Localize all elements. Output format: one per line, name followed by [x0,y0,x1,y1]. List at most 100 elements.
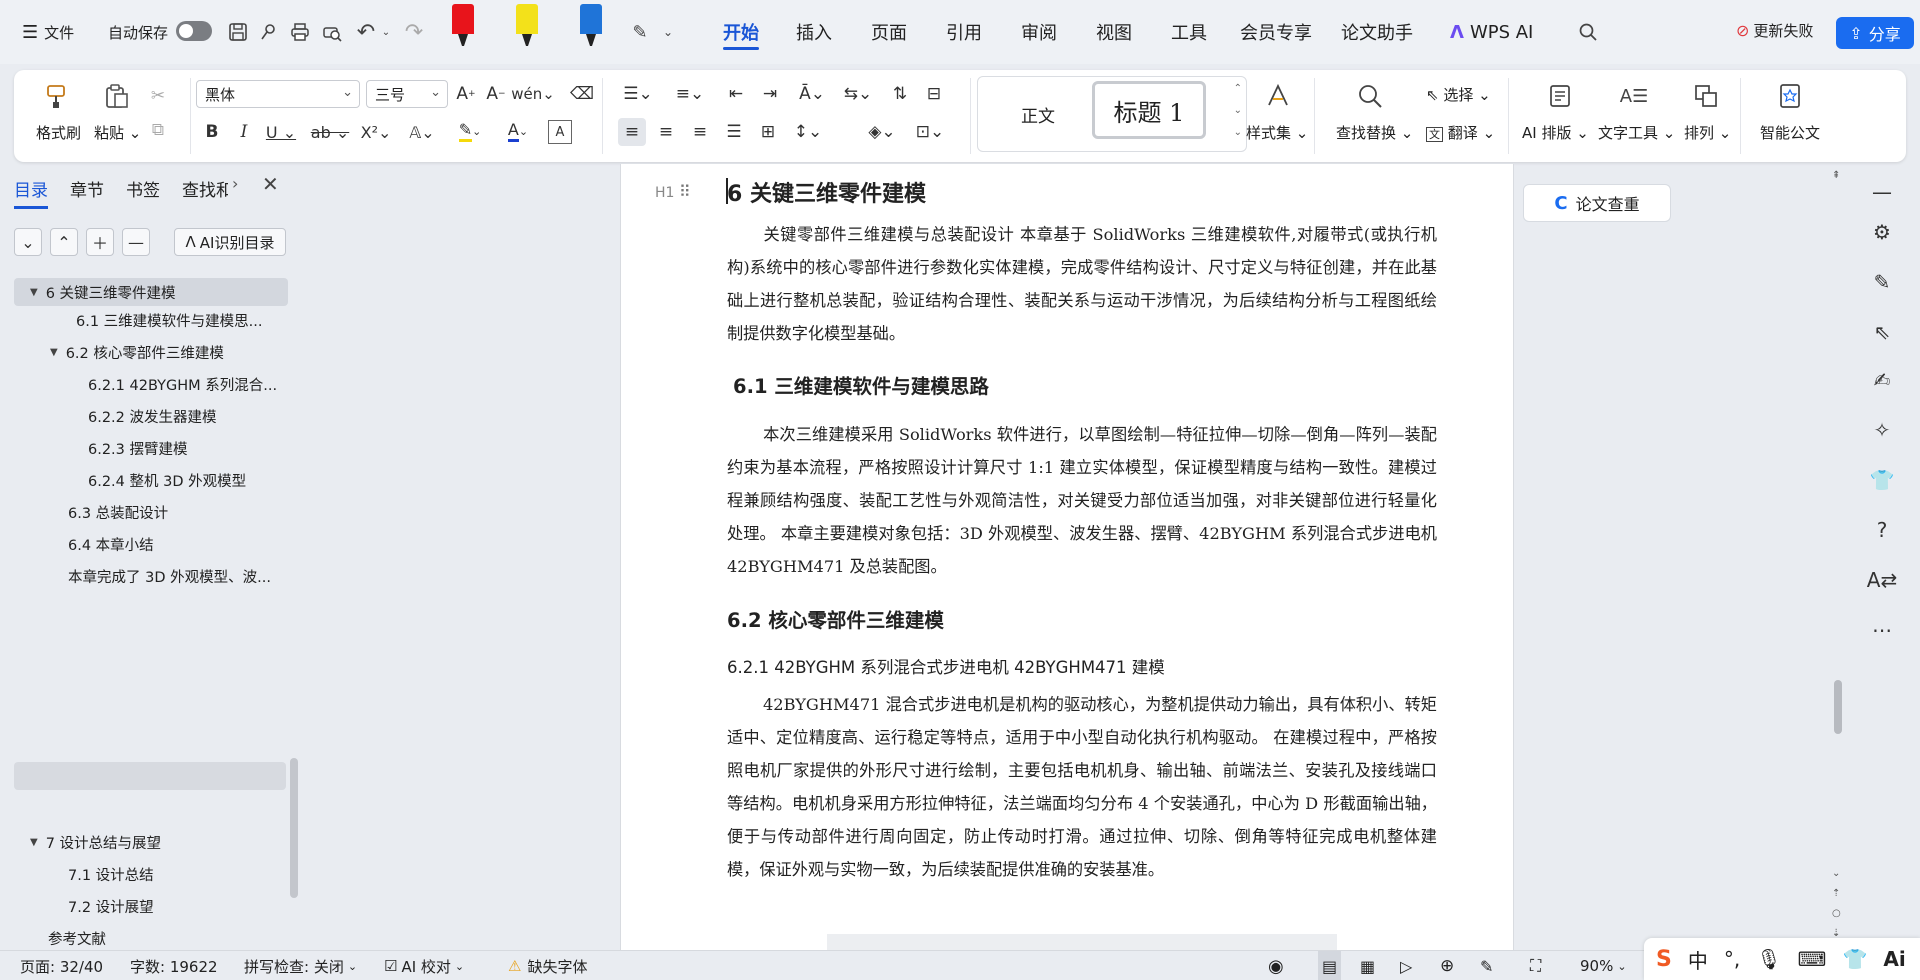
shrink-font-icon[interactable]: A − [484,82,508,106]
remove-toc-item-button[interactable]: — [122,228,150,256]
paste-label[interactable]: 粘贴 ⌄ [94,122,141,143]
more-icon[interactable]: ⋯ [1868,616,1896,644]
document-page[interactable]: H1 ⠿ 6 关键三维零件建模 关键零部件三维建模与总装配设计 本章基于 Sol… [620,164,1514,952]
undo-icon[interactable]: ↶ [354,20,378,45]
bullet-list-icon[interactable]: ☰⌄ [620,82,656,106]
play-icon[interactable]: ▷ [1400,951,1412,980]
tab-references[interactable]: 引用 [946,0,982,64]
arrange-label[interactable]: 排列 ⌄ [1684,122,1731,143]
page-view-icon[interactable]: ▤ [1318,951,1342,980]
style-normal[interactable]: 正文 [988,85,1088,143]
magic-icon[interactable]: ✧ [1868,416,1896,444]
subsection-heading-6-2-1[interactable]: 6.2.1 42BYGHM 系列混合式步进电机 42BYGHM471 建模 [727,654,1165,678]
cut-icon[interactable]: ✂ [146,84,170,108]
ai-assistant-icon[interactable]: Ai [1883,947,1905,971]
update-status[interactable]: ⊘ 更新失败 [1736,20,1813,41]
heading-level-marker[interactable]: H1 ⠿ [655,182,691,201]
line-spacing-icon[interactable]: ↕⌄ [790,120,826,144]
tab-page[interactable]: 页面 [871,0,907,64]
prev-page-icon[interactable]: ⇡ [1832,888,1840,899]
keyboard-icon[interactable]: ⌨ [1798,947,1827,971]
tab-insert[interactable]: 插入 [796,0,832,64]
tab-bookmarks[interactable]: 书签 [126,176,160,201]
zoom-level[interactable]: 90% ⌄ [1580,951,1627,980]
ai-toc-button[interactable]: Λ AI识别目录 [174,228,286,256]
fit-page-icon[interactable]: ⛶ [1530,951,1541,980]
bold-icon[interactable]: B [200,120,224,144]
style-more-icon[interactable]: ⌄ [1234,127,1242,138]
align-left-icon[interactable]: ≡ [618,118,646,146]
chinese-layout-icon[interactable]: Ā⌄ [794,82,830,106]
text-direction-icon[interactable]: ⇆⌄ [840,82,876,106]
distributed-icon[interactable]: ⊞ [756,120,780,144]
toc-item-6[interactable]: ▼ 6 关键三维零件建模 [14,278,288,306]
grow-font-icon[interactable]: A + [454,82,478,106]
toc-item-6-2[interactable]: ▼ 6.2 核心零部件三维建模 [0,338,290,366]
numbered-list-icon[interactable]: ≡⌄ [672,82,708,106]
text-tools-label[interactable]: 文字工具 ⌄ [1598,122,1675,143]
text-tools-icon[interactable]: A☰ [1618,80,1650,112]
outline-view-icon[interactable]: ▦ [1360,951,1375,980]
add-toc-item-button[interactable]: ＋ [86,228,114,256]
tab-home[interactable]: 开始 [723,0,759,64]
section-heading-6-1[interactable]: 6.1 三维建模软件与建模思路 [733,370,989,399]
toc-scrollbar[interactable] [290,758,298,898]
toc-item-7-2[interactable]: 7.2 设计展望 [0,892,290,920]
pen-settings-icon[interactable]: ✎ [628,20,652,44]
shirt-icon[interactable]: 👕 [1868,466,1896,494]
missing-font[interactable]: ⚠ 缺失字体 [508,951,587,980]
yellow-highlighter-icon[interactable] [516,4,538,48]
font-name-select[interactable]: 黑体 ⌄ [196,80,360,108]
expand-up-button[interactable]: ⌃ [50,228,78,256]
spell-check[interactable]: 拼写检查: 关闭 ⌄ [244,951,357,980]
close-icon[interactable]: ✕ [262,172,279,196]
collapse-all-button[interactable]: ⌄ [14,228,42,256]
font-color-icon[interactable]: A ⌄ [498,118,538,144]
save-icon[interactable] [226,20,250,44]
format-painter-label[interactable]: 格式刷 [36,122,81,143]
paragraph-modeling-approach[interactable]: 本次三维建模采用 SolidWorks 软件进行，以草图绘制—特征拉伸—切除—倒… [727,418,1437,583]
show-marks-icon[interactable]: ⊟ [922,82,946,106]
select-button[interactable]: ⇖ 选择 ⌄ [1426,84,1491,105]
tab-toc[interactable]: 目录 [14,176,48,209]
chapter-heading[interactable]: 6 关键三维零件建模 [727,176,926,208]
eye-icon[interactable]: ◉ [1268,951,1284,980]
ai-layout-icon[interactable] [1544,80,1576,112]
ai-layout-label[interactable]: AI 排版 ⌄ [1522,122,1589,143]
tab-tools[interactable]: 工具 [1171,0,1207,64]
pen-mode-icon[interactable]: ✎ [1480,951,1493,980]
toc-item-6-2-3[interactable]: 6.2.3 摆臂建模 [0,434,290,462]
translate-button[interactable]: 文 翻译 ⌄ [1426,122,1495,143]
toc-item-summary[interactable]: 本章完成了 3D 外观模型、波... [0,562,290,590]
clear-format-icon[interactable]: ⌫ [570,82,594,106]
toc-item-6-2-1[interactable]: 6.2.1 42BYGHM 系列混合... [0,370,290,398]
section-heading-6-2[interactable]: 6.2 核心零部件三维建模 [727,604,944,633]
ai-write-icon[interactable]: ✍ [1868,366,1896,394]
adjust-icon[interactable]: ⚙ [1868,218,1896,246]
word-count[interactable]: 字数: 19622 [130,951,218,980]
blue-pen-icon[interactable] [580,4,602,48]
format-painter-icon[interactable] [40,80,72,112]
tab-find[interactable]: 查找和 [182,176,228,201]
page-count[interactable]: 页面: 32/40 [20,951,103,980]
ai-proofread[interactable]: ☑ AI 校对 ⌄ [384,951,464,980]
font-size-select[interactable]: 三号 ⌄ [366,80,448,108]
paste-icon[interactable] [100,80,132,112]
find-replace-icon[interactable] [1354,80,1386,112]
superscript-icon[interactable]: X²⌄ [358,120,394,144]
copy-icon[interactable]: ⧉ [146,118,170,142]
skin-icon[interactable]: 👕 [1842,947,1867,971]
underline-icon[interactable]: U ⌄ [264,120,298,144]
style-set-icon[interactable] [1262,80,1294,112]
print-preview-icon[interactable] [320,20,344,44]
microphone-icon[interactable]: 🎙 [1756,947,1781,971]
highlight-color-icon[interactable]: ✎ ⌄ [450,118,490,144]
toc-item-7-1[interactable]: 7.1 设计总结 [0,860,290,888]
print-icon[interactable] [288,20,312,44]
paragraph-intro[interactable]: 关键零部件三维建模与总装配设计 本章基于 SolidWorks 三维建模软件,对… [727,218,1437,350]
toc-item-6-4[interactable]: 6.4 本章小结 [0,530,290,558]
phonetic-guide-icon[interactable]: wén⌄ [511,82,555,106]
paragraph-motor[interactable]: 42BYGHM471 混合式步进电机是机构的驱动核心，为整机提供动力输出，具有体… [727,688,1437,886]
smart-doc-icon[interactable] [1774,80,1806,112]
toc-item-7[interactable]: ▼ 7 设计总结与展望 [0,828,290,856]
